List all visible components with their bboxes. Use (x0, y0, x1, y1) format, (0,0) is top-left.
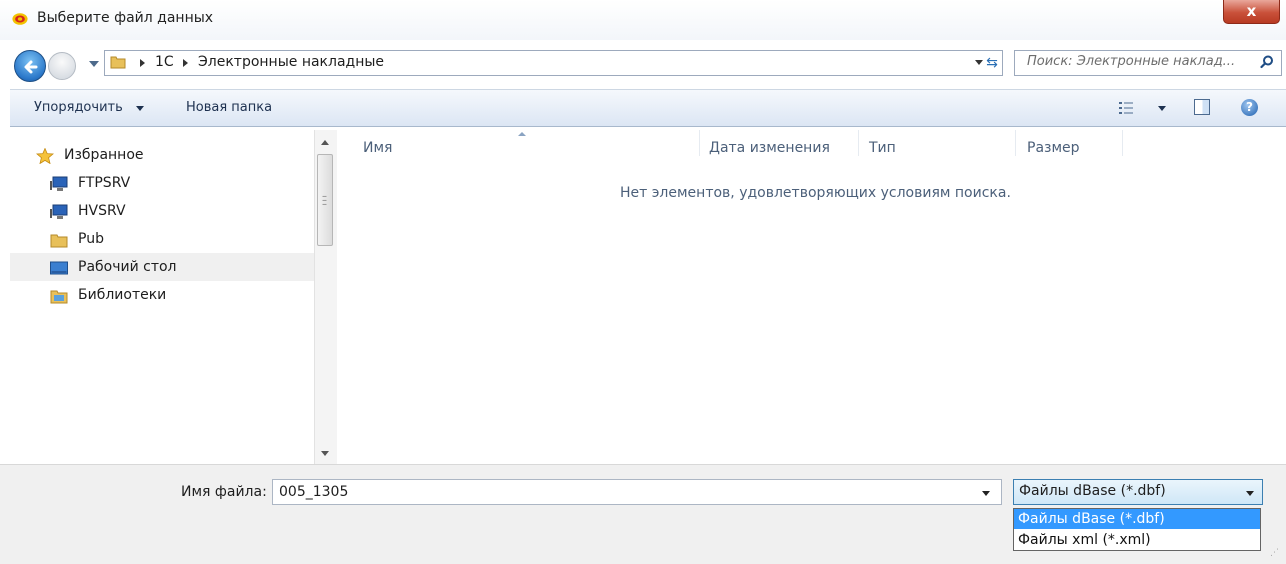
breadcrumb-1c[interactable]: 1С (155, 54, 174, 70)
filetype-option-xml[interactable]: Файлы xml (*.xml) (1014, 530, 1260, 550)
filename-value[interactable]: 005_1305 (279, 484, 348, 500)
search-placeholder: Поиск: Электронные наклад... (1027, 54, 1236, 69)
resize-grip-icon[interactable]: ⋰ (1270, 548, 1279, 558)
filetype-option-dbf[interactable]: Файлы dBase (*.dbf) (1014, 509, 1260, 529)
refresh-icon[interactable]: ⇆ (981, 50, 1003, 76)
preview-pane-icon[interactable] (1194, 99, 1210, 115)
nav-item-label: FTPSRV (78, 175, 131, 191)
star-icon (36, 148, 54, 164)
empty-folder-message: Нет элементов, удовлетворяющих условиям … (620, 185, 1011, 201)
change-view-icon[interactable] (1118, 100, 1134, 116)
search-icon[interactable] (1260, 55, 1274, 69)
nav-item-label: Pub (78, 231, 104, 247)
column-divider[interactable] (858, 130, 859, 156)
filename-input[interactable] (272, 479, 1002, 505)
filetype-selected-value[interactable]: Файлы dBase (*.dbf) (1019, 483, 1166, 499)
recent-locations-arrow-icon[interactable] (89, 61, 99, 67)
forward-button[interactable] (48, 52, 76, 80)
filetype-dropdown-icon[interactable] (1246, 491, 1254, 496)
folder-icon (110, 56, 126, 69)
scrollbar-grip-icon: – – – (322, 191, 327, 210)
filename-label: Имя файла: (181, 484, 267, 500)
breadcrumb-separator-icon[interactable] (140, 59, 145, 67)
close-button[interactable]: x (1223, 0, 1280, 24)
nav-item-label: Рабочий стол (78, 259, 177, 275)
column-divider[interactable] (699, 130, 700, 156)
libraries-icon (50, 290, 68, 304)
column-header-type[interactable]: Тип (869, 140, 896, 156)
app-1c-icon (12, 13, 28, 25)
nav-item-label: HVSRV (78, 203, 126, 219)
desktop-icon (50, 261, 68, 275)
scroll-down-icon[interactable] (321, 451, 329, 456)
organize-button[interactable]: Упорядочить (34, 100, 123, 115)
organize-dropdown-icon[interactable] (136, 106, 144, 111)
window-title: Выберите файл данных (37, 10, 214, 26)
column-divider[interactable] (1122, 130, 1123, 156)
sort-ascending-icon (518, 132, 526, 136)
breadcrumb-current-folder[interactable]: Электронные накладные (198, 54, 384, 70)
breadcrumb-separator-icon[interactable] (183, 59, 188, 67)
filename-dropdown-icon[interactable] (982, 491, 990, 496)
new-folder-button[interactable]: Новая папка (186, 100, 272, 115)
scroll-up-icon[interactable] (321, 140, 329, 145)
help-icon[interactable]: ? (1241, 99, 1258, 116)
nav-item-label: Избранное (64, 147, 144, 163)
column-header-name[interactable]: Имя (363, 140, 392, 156)
network-computer-icon (50, 176, 68, 191)
back-arrow-icon (24, 60, 38, 74)
network-computer-icon (50, 204, 68, 219)
folder-icon (50, 234, 68, 248)
column-divider[interactable] (1015, 130, 1016, 156)
back-button[interactable] (14, 50, 46, 82)
column-header-size[interactable]: Размер (1027, 140, 1080, 156)
view-dropdown-icon[interactable] (1158, 106, 1166, 111)
nav-item-label: Библиотеки (78, 287, 167, 303)
column-header-date[interactable]: Дата изменения (709, 140, 830, 156)
